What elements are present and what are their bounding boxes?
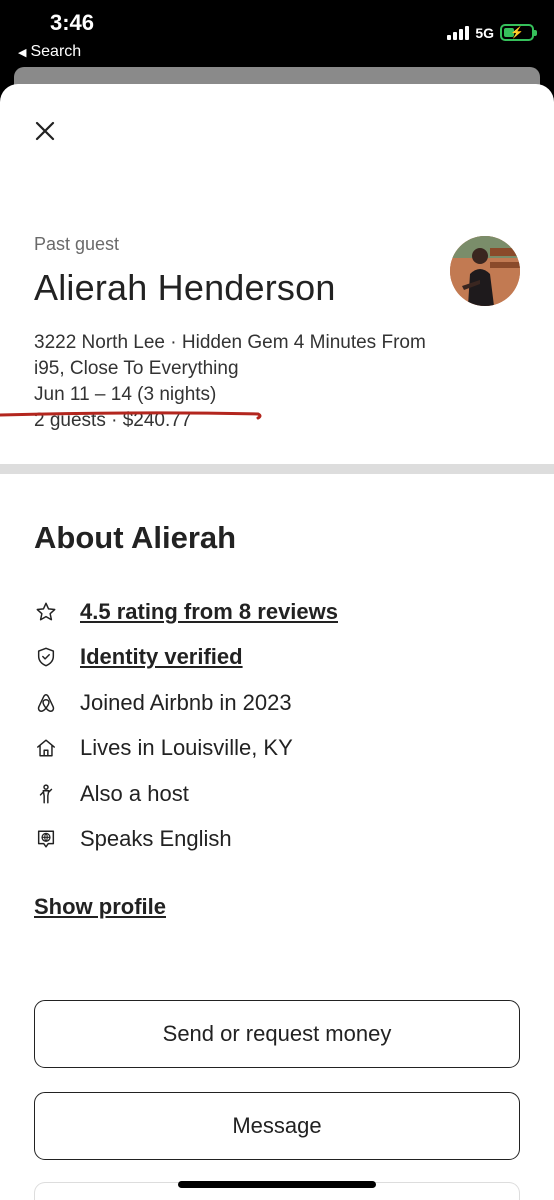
host-icon (34, 782, 58, 806)
star-icon (34, 600, 58, 624)
rating-link[interactable]: 4.5 rating from 8 reviews (80, 599, 338, 625)
about-facts-list: 4.5 rating from 8 reviews Identity verif… (34, 589, 514, 862)
back-triangle-icon: ◀ (18, 46, 27, 59)
home-icon (34, 736, 58, 760)
fact-host: Also a host (34, 771, 514, 817)
fact-joined: Joined Airbnb in 2023 (34, 680, 514, 726)
network-type: 5G (475, 24, 494, 41)
back-app-label: Search (30, 43, 82, 60)
fact-identity[interactable]: Identity verified (34, 635, 514, 681)
trip-dates: Jun 11 – 14 (3 nights) (34, 384, 217, 405)
location-text: Lives in Louisville, KY (80, 735, 293, 761)
guest-details-sheet: Past guest Alierah Henderson 3222 North … (0, 84, 554, 1200)
trip-details: 3222 North Lee · Hidden Gem 4 Minutes Fr… (34, 330, 434, 434)
joined-text: Joined Airbnb in 2023 (80, 689, 292, 715)
guest-avatar[interactable] (450, 236, 520, 306)
guest-header: Past guest Alierah Henderson (34, 234, 434, 309)
avatar-photo (450, 236, 520, 306)
show-profile-link[interactable]: Show profile (34, 894, 166, 920)
guest-status-label: Past guest (34, 234, 120, 254)
status-bar: 3:46 ◀ Search 5G ⚡ (0, 0, 554, 66)
close-button[interactable] (30, 116, 60, 146)
fact-rating[interactable]: 4.5 rating from 8 reviews (34, 589, 514, 635)
guest-name: Alierah Henderson (34, 267, 336, 308)
fact-location: Lives in Louisville, KY (34, 726, 514, 772)
shield-check-icon (34, 645, 58, 669)
home-indicator[interactable] (178, 1181, 376, 1188)
about-heading: About Alierah (34, 520, 237, 555)
language-text: Speaks English (80, 826, 232, 852)
airbnb-logo-icon (34, 691, 58, 715)
section-divider (0, 464, 554, 474)
identity-verified-link[interactable]: Identity verified (80, 644, 243, 670)
fact-language: Speaks English (34, 817, 514, 863)
listing-name: 3222 North Lee · Hidden Gem 4 Minutes Fr… (34, 332, 426, 379)
back-to-app-link[interactable]: ◀ Search (18, 43, 81, 61)
trip-summary: 2 guests · $240.77 (34, 410, 192, 431)
message-button[interactable]: Message (34, 1092, 520, 1160)
send-request-money-button[interactable]: Send or request money (34, 1000, 520, 1068)
language-icon (34, 827, 58, 851)
charging-bolt-icon: ⚡ (510, 27, 524, 39)
host-text: Also a host (80, 780, 189, 806)
status-time: 3:46 (50, 10, 95, 35)
close-icon (35, 121, 55, 141)
cellular-signal-icon (447, 25, 470, 40)
status-indicators: 5G ⚡ (447, 24, 537, 41)
battery-icon: ⚡ (500, 24, 537, 41)
